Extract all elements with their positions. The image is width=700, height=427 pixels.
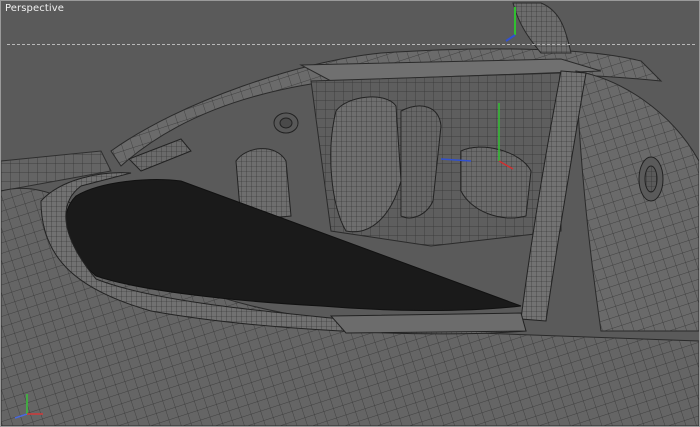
car-wireframe-scene[interactable] [1, 1, 699, 426]
safe-frame-line [7, 44, 695, 45]
roof-antenna [512, 2, 572, 54]
driver-seat [330, 96, 442, 233]
z-axis [14, 413, 28, 419]
viewport-label[interactable]: Perspective [5, 3, 64, 14]
perspective-viewport[interactable]: Perspective [0, 0, 700, 427]
axis-gizmo [14, 394, 43, 419]
ground-plane [1, 150, 112, 192]
rear-speaker [273, 112, 299, 134]
right-door-panel [575, 70, 699, 332]
pivot-marker-top [505, 7, 516, 42]
